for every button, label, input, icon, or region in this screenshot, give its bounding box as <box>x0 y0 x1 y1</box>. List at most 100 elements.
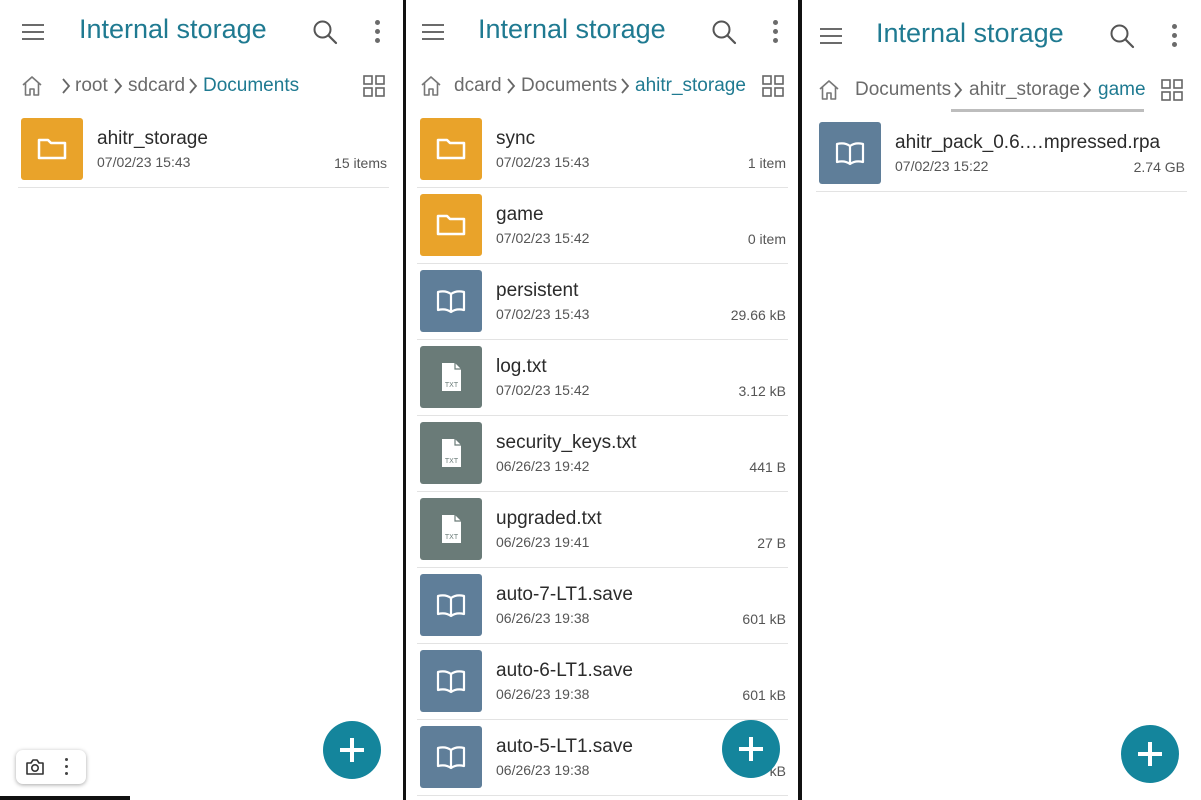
app-bar: Internal storage <box>406 0 798 64</box>
grid-view-icon[interactable] <box>1161 79 1183 101</box>
file-size: 15 items <box>334 155 387 171</box>
file-size: 441 B <box>749 459 786 475</box>
list-item[interactable]: ahitr_storage 07/02/23 15:43 15 items <box>18 112 389 188</box>
breadcrumb-item-current[interactable]: game <box>1098 79 1146 101</box>
file-size: 2.74 GB <box>1133 159 1185 175</box>
breadcrumb: dcard Documents ahitr_storage <box>406 66 798 108</box>
file-name: log.txt <box>496 356 547 377</box>
list-item[interactable]: auto-7-LT1.save 06/26/23 19:38 601 kB <box>417 568 788 644</box>
home-icon[interactable] <box>419 74 443 98</box>
file-size: 601 kB <box>742 687 786 703</box>
file-date: 06/26/23 19:38 <box>496 610 590 626</box>
breadcrumb-item[interactable]: dcard <box>454 75 502 97</box>
more-options-icon[interactable] <box>374 20 380 44</box>
breadcrumb-item[interactable]: sdcard <box>128 75 185 97</box>
search-icon[interactable] <box>1109 23 1135 49</box>
breadcrumb-item-current[interactable]: ahitr_storage <box>635 75 746 97</box>
list-item[interactable]: auto-6-LT1.save 06/26/23 19:38 601 kB <box>417 644 788 720</box>
file-pane-2: Internal storage dcard Documents ahitr_s… <box>406 0 798 800</box>
file-date: 06/26/23 19:38 <box>496 762 590 778</box>
list-item[interactable]: TXT upgraded.txt 06/26/23 19:41 27 B <box>417 492 788 568</box>
chevron-right-icon <box>954 82 963 98</box>
list-item[interactable]: game 07/02/23 15:42 0 item <box>417 188 788 264</box>
folder-icon <box>420 194 482 256</box>
search-icon[interactable] <box>312 19 338 45</box>
search-icon[interactable] <box>711 19 737 45</box>
file-size: 601 kB <box>742 611 786 627</box>
file-name: ahitr_pack_0.6.…mpressed.rpa <box>895 132 1161 153</box>
breadcrumb-item[interactable]: ahitr_storage <box>969 79 1080 101</box>
file-size: 1 item <box>747 155 786 171</box>
breadcrumb-item-current[interactable]: Documents <box>203 75 299 97</box>
list-item[interactable]: ahitr_pack_0.6.…mpressed.rpa 07/02/23 15… <box>816 116 1187 192</box>
txt-file-icon: TXT <box>420 346 482 408</box>
file-size: 3.12 kB <box>738 383 786 399</box>
file-date: 07/02/23 15:42 <box>496 382 590 398</box>
app-bar: Internal storage <box>802 4 1201 68</box>
add-button[interactable] <box>1121 725 1179 783</box>
txt-label: TXT <box>445 534 459 541</box>
file-date: 07/02/23 15:42 <box>496 230 590 246</box>
list-item[interactable]: TXT security_keys.txt 06/26/23 19:42 441… <box>417 416 788 492</box>
breadcrumb-item[interactable]: root <box>75 75 108 97</box>
grid-view-icon[interactable] <box>363 75 385 97</box>
file-name: security_keys.txt <box>496 432 637 453</box>
breadcrumb: root sdcard Documents <box>0 66 403 108</box>
chevron-right-icon <box>62 78 71 94</box>
more-options-icon[interactable] <box>63 758 69 776</box>
file-date: 07/02/23 15:43 <box>97 154 191 170</box>
chevron-right-icon <box>1083 82 1092 98</box>
txt-label: TXT <box>445 458 459 465</box>
file-name: auto-5-LT1.save <box>496 736 633 757</box>
chevron-right-icon <box>621 78 630 94</box>
breadcrumb-scroll-indicator <box>951 109 1144 112</box>
file-name: ahitr_storage <box>97 128 208 149</box>
menu-icon[interactable] <box>820 28 842 44</box>
folder-icon <box>21 118 83 180</box>
home-icon[interactable] <box>817 78 841 102</box>
file-date: 06/26/23 19:42 <box>496 458 590 474</box>
file-size: 29.66 kB <box>730 307 786 323</box>
home-icon[interactable] <box>20 74 44 98</box>
list-item[interactable]: TXT log.txt 07/02/23 15:42 3.12 kB <box>417 340 788 416</box>
screenshot-toolbar <box>16 750 86 784</box>
breadcrumb-item[interactable]: Documents <box>855 79 951 101</box>
chevron-right-icon <box>114 78 123 94</box>
list-item[interactable]: persistent 07/02/23 15:43 29.66 kB <box>417 264 788 340</box>
file-name: persistent <box>496 280 579 301</box>
file-date: 06/26/23 19:38 <box>496 686 590 702</box>
add-button[interactable] <box>323 721 381 779</box>
app-title: Internal storage <box>79 14 267 44</box>
file-date: 07/02/23 15:43 <box>496 306 590 322</box>
app-title: Internal storage <box>478 14 666 44</box>
book-icon <box>420 574 482 636</box>
menu-icon[interactable] <box>422 24 444 40</box>
file-date: 07/02/23 15:22 <box>895 158 989 174</box>
file-size: 27 B <box>757 535 786 551</box>
folder-icon <box>420 118 482 180</box>
chevron-right-icon <box>507 78 516 94</box>
chevron-right-icon <box>189 78 198 94</box>
list-item[interactable]: sync 07/02/23 15:43 1 item <box>417 112 788 188</box>
file-pane-1: Internal storage root sdcard Documents a… <box>0 0 403 800</box>
app-title: Internal storage <box>876 18 1064 48</box>
file-name: auto-7-LT1.save <box>496 584 633 605</box>
bottom-edge <box>0 796 130 800</box>
app-bar: Internal storage <box>0 0 403 64</box>
book-icon <box>420 270 482 332</box>
menu-icon[interactable] <box>22 24 44 40</box>
add-button[interactable] <box>722 720 780 778</box>
file-name: game <box>496 204 544 225</box>
file-pane-3: Internal storage Documents ahitr_storage… <box>802 0 1201 800</box>
book-icon <box>420 726 482 788</box>
grid-view-icon[interactable] <box>762 75 784 97</box>
more-options-icon[interactable] <box>1171 24 1177 48</box>
camera-icon[interactable] <box>25 758 45 776</box>
txt-file-icon: TXT <box>420 422 482 484</box>
file-name: auto-6-LT1.save <box>496 660 633 681</box>
more-options-icon[interactable] <box>772 20 778 44</box>
breadcrumb-item[interactable]: Documents <box>521 75 617 97</box>
row-divider <box>417 795 788 796</box>
book-icon <box>420 650 482 712</box>
row-divider <box>18 187 389 188</box>
